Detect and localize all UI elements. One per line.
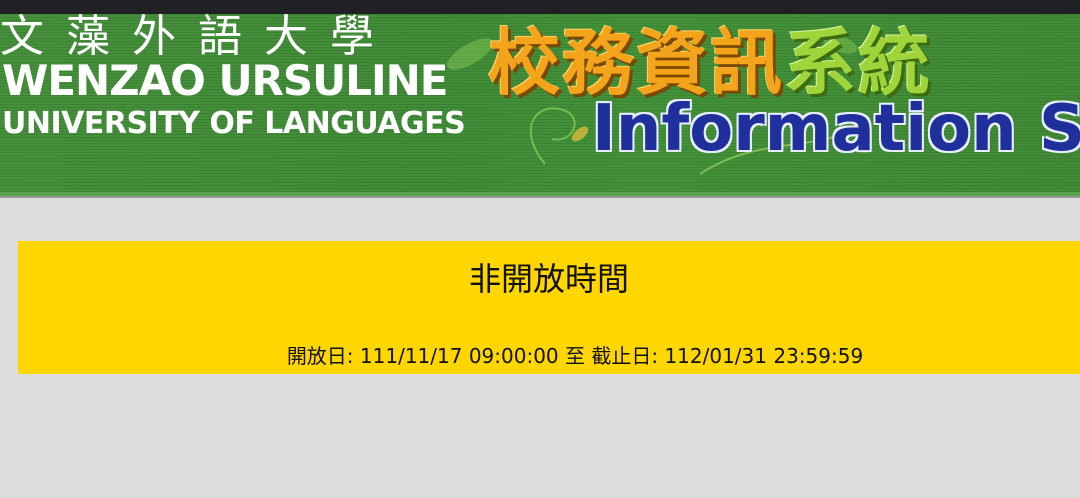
header-banner: 文藻外語大學 WENZAO URSULINE UNIVERSITY OF LAN… [0,14,1080,192]
school-name-english-line2: UNIVERSITY OF LANGUAGES [2,106,466,141]
notice-heading: 非開放時間 [468,260,629,298]
system-title-english: Information Syst [592,92,1080,166]
status-bar [0,0,1080,14]
school-name-english-line1: WENZAO URSULINE [2,56,448,105]
notice-period-text: 開放日: 111/11/17 09:00:00 至 截止日: 112/01/31… [286,344,864,368]
banner-divider [0,192,1080,198]
